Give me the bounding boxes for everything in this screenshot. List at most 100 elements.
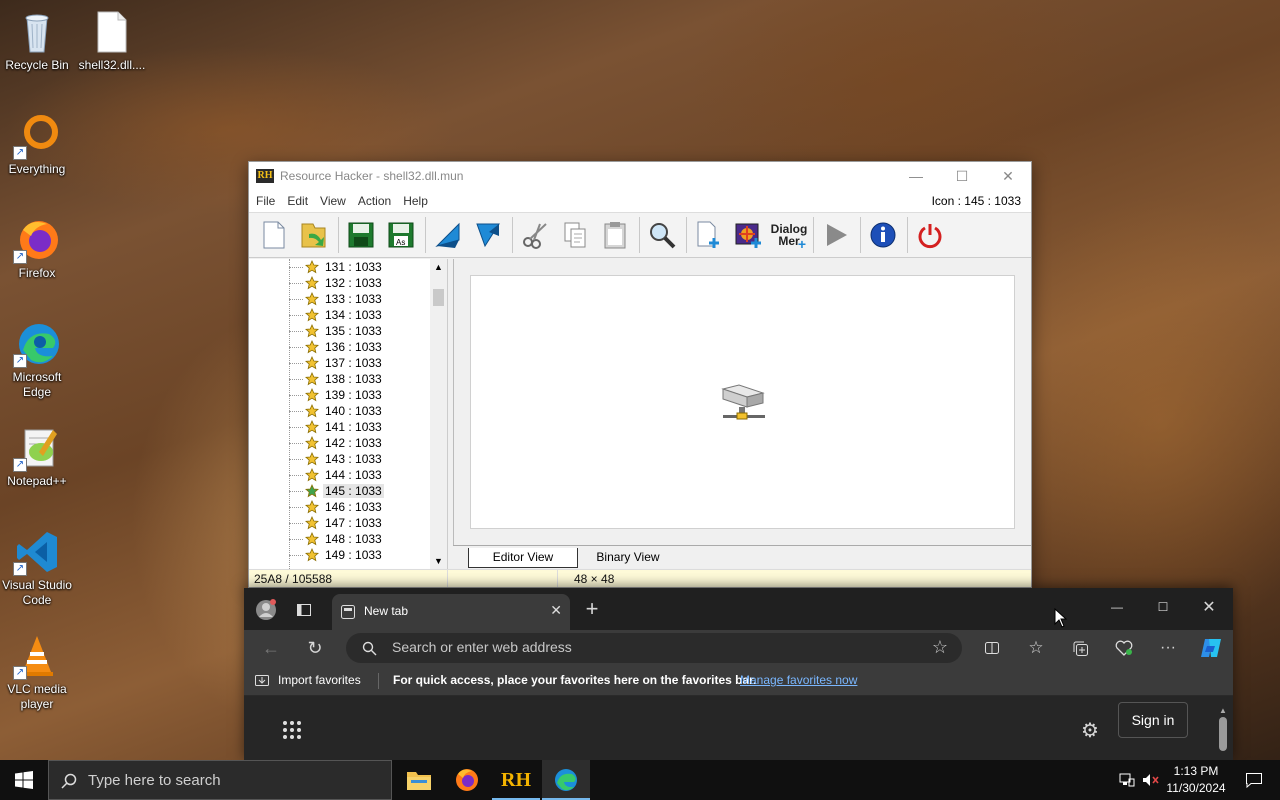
paste-button[interactable] — [596, 216, 634, 254]
notification-center-button[interactable] — [1232, 760, 1276, 800]
tab-editor-view[interactable]: Editor View — [468, 548, 578, 568]
tab-actions-button[interactable] — [292, 599, 316, 621]
split-screen-button[interactable] — [980, 636, 1004, 660]
desktop-icon-firefox[interactable]: ↗ Firefox — [0, 216, 74, 281]
run-script-button[interactable] — [817, 216, 855, 254]
menu-help[interactable]: Help — [397, 194, 434, 208]
new-file-button[interactable] — [255, 216, 293, 254]
tree-item[interactable]: 143 : 1033 — [305, 451, 382, 467]
import-favorites-button[interactable]: Import favorites — [254, 673, 361, 687]
add-resource-button[interactable] — [690, 216, 728, 254]
compile-back-button[interactable] — [429, 216, 467, 254]
tree-scrollbar[interactable]: ▲ ▼ — [430, 259, 447, 569]
scroll-thumb[interactable] — [1219, 717, 1227, 751]
scroll-down-arrow[interactable]: ▼ — [430, 553, 447, 569]
tree-item[interactable]: 133 : 1033 — [305, 291, 382, 307]
favorites-bar: Import favorites For quick access, place… — [244, 666, 1233, 696]
desktop-icon-shell32-file[interactable]: shell32.dll.... — [75, 8, 149, 73]
menu-view[interactable]: View — [314, 194, 352, 208]
tree-item[interactable]: 142 : 1033 — [305, 435, 382, 451]
scroll-up-arrow[interactable]: ▲ — [430, 259, 447, 275]
tree-item[interactable]: 131 : 1033 — [305, 259, 382, 275]
tree-item[interactable]: 138 : 1033 — [305, 371, 382, 387]
save-as-button[interactable]: As — [382, 216, 420, 254]
taskbar-resource-hacker[interactable]: RH — [492, 760, 540, 800]
desktop-icon-vlc[interactable]: ↗ VLC media player — [0, 632, 74, 712]
about-button[interactable] — [864, 216, 902, 254]
address-bar[interactable]: Search or enter web address ☆ — [346, 633, 962, 663]
favorite-star-icon[interactable]: ☆ — [932, 637, 948, 658]
tree-item[interactable]: 146 : 1033 — [305, 499, 382, 515]
edge-maximize-button[interactable]: ☐ — [1140, 588, 1186, 626]
tree-item[interactable]: 137 : 1033 — [305, 355, 382, 371]
menu-edit[interactable]: Edit — [281, 194, 314, 208]
maximize-button[interactable]: ☐ — [939, 162, 985, 190]
clock-time: 1:13 PM — [1173, 764, 1219, 778]
browser-tab[interactable]: New tab ✕ — [332, 594, 570, 630]
settings-more-button[interactable]: ··· — [1156, 636, 1180, 660]
start-button[interactable] — [0, 760, 48, 800]
taskbar-edge[interactable] — [542, 760, 590, 800]
copy-button[interactable] — [556, 216, 594, 254]
desktop-icon-notepad-plus-plus[interactable]: ↗ Notepad++ — [0, 424, 74, 489]
page-scrollbar[interactable]: ▲ — [1219, 706, 1227, 751]
edge-tab-bar[interactable]: New tab ✕ + — ☐ ✕ — [244, 588, 1233, 630]
tree-item[interactable]: 148 : 1033 — [305, 531, 382, 547]
minimize-button[interactable]: — — [893, 162, 939, 190]
tab-binary-view[interactable]: Binary View — [583, 548, 673, 568]
title-bar[interactable]: RH Resource Hacker - shell32.dll.mun — ☐… — [249, 162, 1031, 190]
tree-item[interactable]: 140 : 1033 — [305, 403, 382, 419]
add-image-resource-button[interactable] — [730, 216, 768, 254]
resource-tree[interactable]: 131 : 1033 132 : 1033 133 : 1033 134 : 1033… — [249, 259, 448, 569]
desktop-icon-everything[interactable]: ↗ Everything — [0, 112, 74, 177]
menu-file[interactable]: File — [249, 194, 281, 208]
edge-minimize-button[interactable]: — — [1094, 588, 1140, 626]
taskbar-search-box[interactable]: Type here to search — [48, 760, 392, 800]
favorites-button[interactable]: ☆ — [1024, 636, 1048, 660]
tree-item[interactable]: 139 : 1033 — [305, 387, 382, 403]
everything-icon: ↗ — [13, 112, 61, 160]
apps-launcher-button[interactable] — [278, 716, 306, 744]
back-button[interactable]: ← — [258, 636, 284, 660]
tree-item[interactable]: 136 : 1033 — [305, 339, 382, 355]
tree-item[interactable]: 141 : 1033 — [305, 419, 382, 435]
open-file-button[interactable] — [295, 216, 333, 254]
scroll-thumb[interactable] — [433, 289, 444, 306]
tree-item[interactable]: 145 : 1033 — [305, 483, 384, 499]
sign-in-button[interactable]: Sign in — [1118, 702, 1188, 738]
tree-item[interactable]: 144 : 1033 — [305, 467, 382, 483]
shortcut-arrow-icon: ↗ — [13, 146, 27, 160]
tab-close-icon[interactable]: ✕ — [550, 602, 562, 619]
collections-button[interactable] — [1068, 636, 1092, 660]
tray-volume[interactable] — [1140, 760, 1162, 800]
tree-item[interactable]: 135 : 1033 — [305, 323, 382, 339]
manage-favorites-link[interactable]: Manage favorites now — [740, 673, 857, 687]
desktop-icon-edge[interactable]: ↗ Microsoft Edge — [0, 320, 74, 400]
scroll-up-arrow[interactable]: ▲ — [1219, 706, 1227, 715]
page-settings-button[interactable]: ⚙ — [1076, 716, 1104, 744]
taskbar-file-explorer[interactable] — [395, 760, 443, 800]
tray-clock[interactable]: 1:13 PM 11/30/2024 — [1164, 760, 1228, 800]
browser-essentials-button[interactable] — [1112, 636, 1136, 660]
cut-button[interactable] — [516, 216, 554, 254]
dialog-menu-button[interactable]: Dialog Mer + — [770, 216, 808, 254]
find-button[interactable] — [643, 216, 681, 254]
taskbar-firefox[interactable] — [443, 760, 491, 800]
exit-button[interactable] — [911, 216, 949, 254]
save-button[interactable] — [342, 216, 380, 254]
profile-button[interactable] — [254, 598, 278, 622]
close-button[interactable]: ✕ — [985, 162, 1031, 190]
desktop-icon-vscode[interactable]: ↗ Visual Studio Code — [0, 528, 74, 608]
tree-item[interactable]: 134 : 1033 — [305, 307, 382, 323]
menu-action[interactable]: Action — [352, 194, 397, 208]
edge-close-button[interactable]: ✕ — [1186, 588, 1232, 626]
tree-item[interactable]: 132 : 1033 — [305, 275, 382, 291]
copilot-button[interactable] — [1198, 635, 1224, 661]
tree-item[interactable]: 149 : 1033 — [305, 547, 382, 563]
tree-item[interactable]: 147 : 1033 — [305, 515, 382, 531]
refresh-button[interactable]: ↻ — [302, 636, 328, 660]
compile-forward-button[interactable] — [469, 216, 507, 254]
tray-network[interactable] — [1116, 760, 1138, 800]
desktop-icon-recycle-bin[interactable]: Recycle Bin — [0, 8, 74, 73]
new-tab-button[interactable]: + — [580, 596, 604, 621]
